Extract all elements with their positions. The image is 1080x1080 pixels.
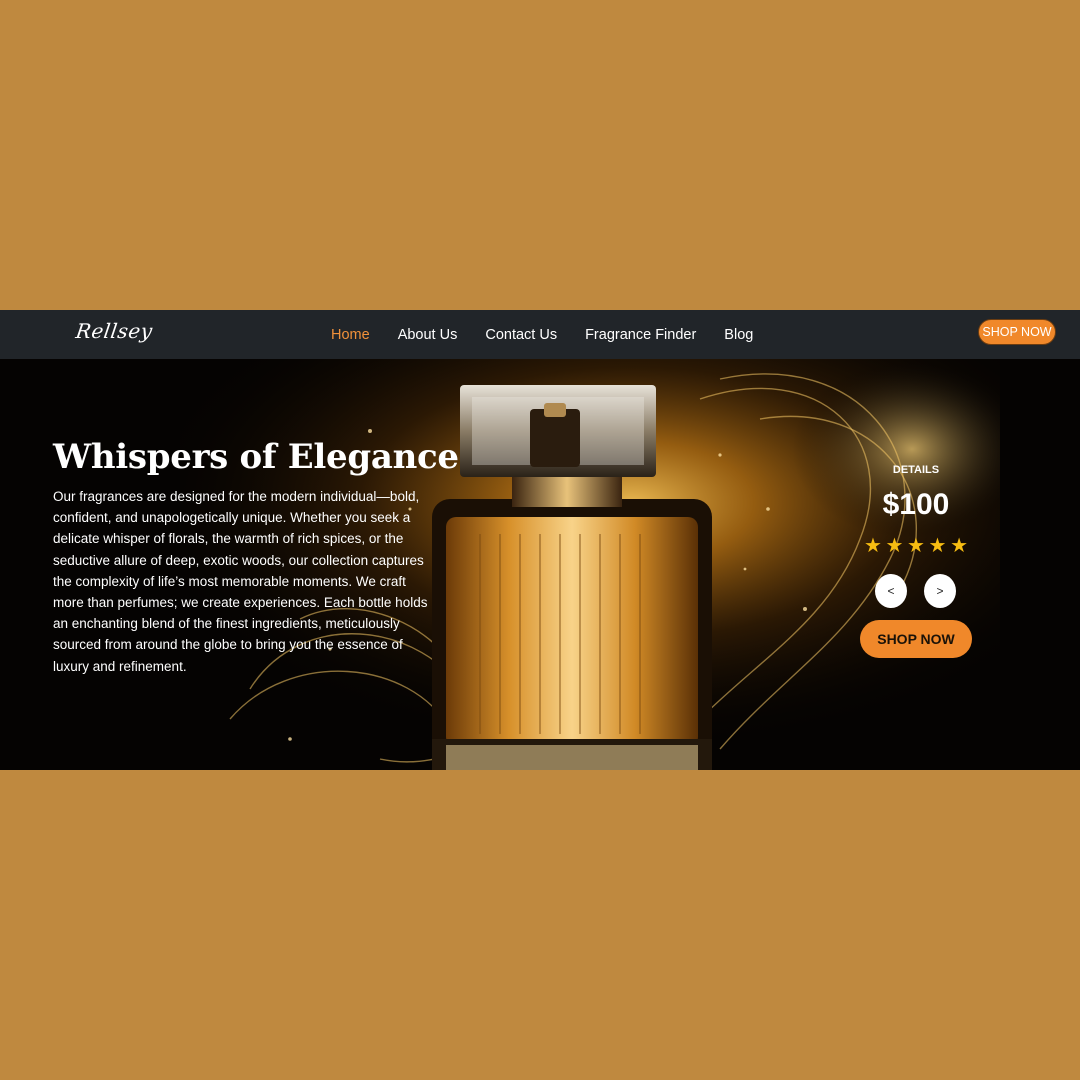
nav-link-contact-us[interactable]: Contact Us xyxy=(485,327,557,343)
next-button[interactable]: > xyxy=(924,574,956,608)
star-icon: ★ xyxy=(907,535,925,557)
hero-shop-now-button[interactable]: SHOP NOW xyxy=(860,620,972,658)
details-label: DETAILS xyxy=(892,464,940,476)
nav-link-home[interactable]: Home xyxy=(331,327,370,343)
star-icon: ★ xyxy=(928,535,947,557)
star-icon: ★ xyxy=(950,535,968,557)
nav-link-fragrance-finder[interactable]: Fragrance Finder xyxy=(585,327,696,343)
star-icon: ★ xyxy=(885,535,904,557)
brand-logo[interactable]: Rellsey xyxy=(74,319,154,343)
product-price: $100 xyxy=(882,488,950,521)
nav-link-about-us[interactable]: About Us xyxy=(398,327,458,343)
nav-link-blog[interactable]: Blog xyxy=(724,327,753,343)
star-rating: ★ ★ ★ ★ ★ xyxy=(864,536,968,556)
nav-links: Home About Us Contact Us Fragrance Finde… xyxy=(331,310,753,359)
hero-description: Our fragrances are designed for the mode… xyxy=(53,489,428,674)
navbar: Rellsey Home About Us Contact Us Fragran… xyxy=(0,310,1080,359)
previous-button[interactable]: < xyxy=(875,574,907,608)
star-icon: ★ xyxy=(864,535,882,557)
hero-title: Whispers of Elegance xyxy=(53,437,459,477)
hero-banner: Whispers of Elegance Our fragrances are … xyxy=(0,359,1080,770)
navbar-shop-now-button[interactable]: SHOP NOW xyxy=(978,319,1056,345)
website-preview: Rellsey Home About Us Contact Us Fragran… xyxy=(0,310,1080,770)
